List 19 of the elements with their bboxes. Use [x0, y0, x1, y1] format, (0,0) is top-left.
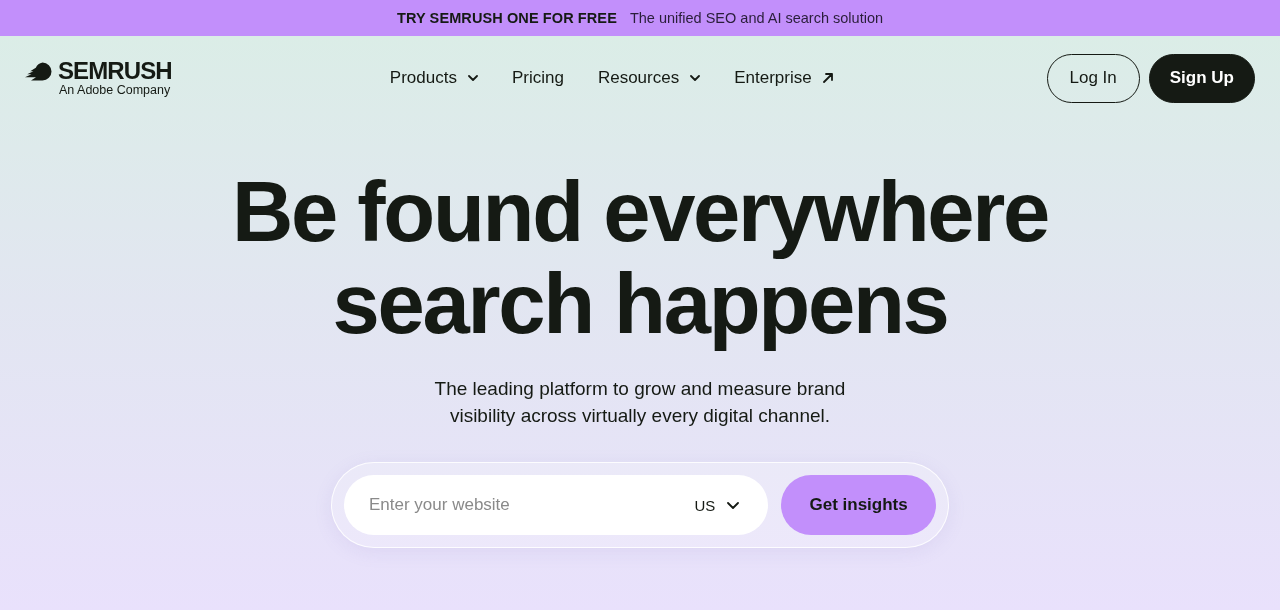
get-insights-button[interactable]: Get insights: [781, 475, 936, 535]
brand-name[interactable]: SEMRUSH: [58, 58, 172, 83]
chevron-down-icon: [727, 501, 740, 509]
nav-item[interactable]: Products: [389, 68, 478, 88]
arrow-up-right-icon: [822, 73, 833, 83]
website-input[interactable]: Enter your website: [344, 475, 685, 535]
nav-item[interactable]: Enterprise: [734, 68, 833, 88]
promo-text: The unified SEO and AI search solution: [629, 10, 883, 26]
hero-headline: Be found everywhere search happens: [232, 166, 1048, 350]
country-dropdown[interactable]: US: [684, 475, 769, 535]
hero-subtitle: The leading platform to grow and measure brand visibility across virtually every digital channel.: [434, 377, 846, 428]
nav-item[interactable]: Pricing: [511, 68, 564, 88]
promo-link[interactable]: TRY SEMRUSH ONE FOR FREE: [397, 10, 617, 26]
nav-item[interactable]: Resources: [597, 68, 701, 88]
sign-up-button[interactable]: Sign Up: [1148, 53, 1255, 103]
logo-icon[interactable]: [24, 61, 52, 81]
brand-tagline: An Adobe Company: [59, 82, 172, 98]
chevron-down-icon: [690, 75, 701, 81]
chevron-down-icon: [467, 75, 478, 81]
